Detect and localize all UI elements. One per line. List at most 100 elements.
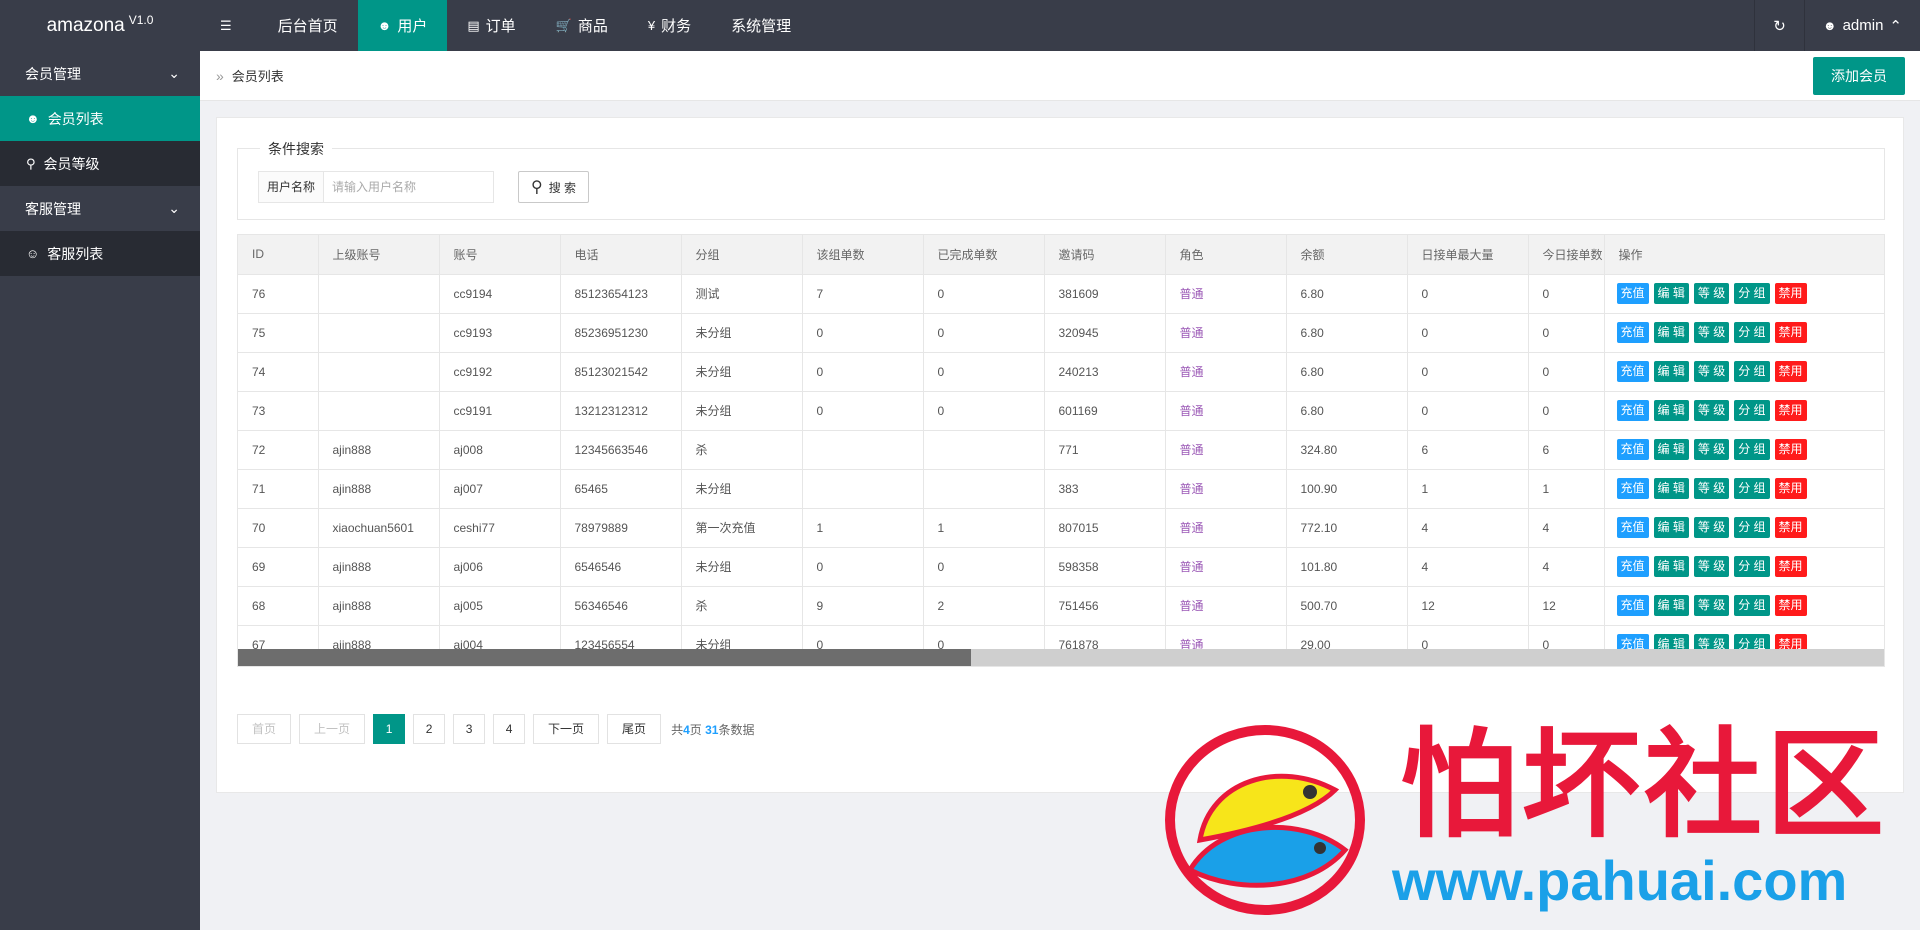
- recharge-button[interactable]: 充值: [1616, 361, 1649, 382]
- column-header[interactable]: 已完成单数: [923, 235, 1045, 275]
- scrollbar-thumb[interactable]: [238, 649, 971, 666]
- column-header[interactable]: 分组: [681, 235, 803, 275]
- ban-button[interactable]: 禁用: [1774, 361, 1807, 382]
- table-cell: 普通: [1165, 391, 1287, 431]
- group-button[interactable]: 分 组: [1734, 283, 1770, 304]
- table-cell: 0: [923, 352, 1045, 392]
- column-header[interactable]: 该组单数: [802, 235, 924, 275]
- page-button[interactable]: 1: [373, 714, 406, 744]
- level-button[interactable]: 等 级: [1693, 322, 1730, 343]
- recharge-button[interactable]: 充值: [1616, 322, 1649, 343]
- recharge-button[interactable]: 充值: [1616, 283, 1649, 304]
- column-header[interactable]: 余额: [1286, 235, 1408, 275]
- sidebar-item-service-list[interactable]: ☺ 客服列表: [0, 231, 200, 276]
- ban-button[interactable]: 禁用: [1774, 595, 1807, 616]
- nav-menu-toggle[interactable]: ☰: [200, 0, 258, 51]
- nav-system[interactable]: 系统管理: [711, 0, 811, 51]
- recharge-button[interactable]: 充值: [1616, 517, 1649, 538]
- nav-products[interactable]: 🛒 商品: [536, 0, 628, 51]
- recharge-button[interactable]: 充值: [1616, 478, 1649, 499]
- column-header: 操作: [1604, 235, 1884, 275]
- edit-button[interactable]: 编 辑: [1653, 595, 1689, 616]
- edit-button[interactable]: 编 辑: [1653, 439, 1689, 460]
- level-button[interactable]: 等 级: [1693, 556, 1730, 577]
- page-button[interactable]: 3: [453, 714, 486, 744]
- table-cell: 0: [1407, 391, 1529, 431]
- nav-dashboard[interactable]: 后台首页: [258, 0, 358, 51]
- recharge-button[interactable]: 充值: [1616, 439, 1649, 460]
- ban-button[interactable]: 禁用: [1774, 400, 1807, 421]
- group-button[interactable]: 分 组: [1734, 439, 1770, 460]
- nav-orders[interactable]: ▤ 订单: [447, 0, 535, 51]
- table-row: 74 cc9192 85123021542 未分组 0 0 240213 普通 6.80 0 0 充值…: [238, 352, 1884, 392]
- column-header[interactable]: 角色: [1165, 235, 1287, 275]
- table-cell: 1: [802, 508, 924, 548]
- column-header[interactable]: 账号: [439, 235, 561, 275]
- ban-button[interactable]: 禁用: [1774, 283, 1807, 304]
- level-button[interactable]: 等 级: [1693, 595, 1730, 616]
- level-button[interactable]: 等 级: [1693, 439, 1730, 460]
- table-cell: 0: [802, 391, 924, 431]
- edit-button[interactable]: 编 辑: [1653, 556, 1689, 577]
- sidebar-item-member-level[interactable]: ⚲ 会员等级: [0, 141, 200, 186]
- table-cell: 320945: [1044, 313, 1166, 353]
- group-button[interactable]: 分 组: [1734, 478, 1770, 499]
- ban-button[interactable]: 禁用: [1774, 517, 1807, 538]
- recharge-button[interactable]: 充值: [1616, 595, 1649, 616]
- nav-finance[interactable]: ¥ 财务: [628, 0, 711, 51]
- level-button[interactable]: 等 级: [1693, 478, 1730, 499]
- level-button[interactable]: 等 级: [1693, 400, 1730, 421]
- column-header[interactable]: 日接单最大量: [1407, 235, 1529, 275]
- column-header[interactable]: 电话: [560, 235, 682, 275]
- column-header[interactable]: 上级账号: [318, 235, 440, 275]
- recharge-button[interactable]: 充值: [1616, 556, 1649, 577]
- last-page-button[interactable]: 尾页: [607, 714, 662, 744]
- column-header[interactable]: 今日接单数: [1528, 235, 1605, 275]
- table-cell: 普通: [1165, 586, 1287, 626]
- prev-page-button[interactable]: 上一页: [299, 714, 366, 744]
- column-header[interactable]: ID: [238, 235, 319, 275]
- refresh-button[interactable]: ↻: [1754, 0, 1804, 51]
- ban-button[interactable]: 禁用: [1774, 322, 1807, 343]
- table-cell: 85236951230: [560, 313, 682, 353]
- user-menu[interactable]: ☻ admin ⌃: [1803, 0, 1920, 51]
- sidebar-group-service[interactable]: 客服管理 ⌄: [0, 186, 200, 231]
- edit-button[interactable]: 编 辑: [1653, 478, 1689, 499]
- search-button[interactable]: ⚲ 搜 索: [518, 171, 590, 203]
- ban-button[interactable]: 禁用: [1774, 556, 1807, 577]
- sidebar-group-members[interactable]: 会员管理 ⌄: [0, 51, 200, 96]
- group-button[interactable]: 分 组: [1734, 361, 1770, 382]
- edit-button[interactable]: 编 辑: [1653, 517, 1689, 538]
- user-icon: ☻: [377, 18, 392, 33]
- nav-users[interactable]: ☻ 用户: [357, 0, 448, 51]
- username-input[interactable]: [324, 171, 495, 203]
- group-button[interactable]: 分 组: [1734, 556, 1770, 577]
- group-button[interactable]: 分 组: [1734, 400, 1770, 421]
- level-button[interactable]: 等 级: [1693, 517, 1730, 538]
- ban-button[interactable]: 禁用: [1774, 439, 1807, 460]
- level-button[interactable]: 等 级: [1693, 361, 1730, 382]
- page-button[interactable]: 2: [413, 714, 446, 744]
- next-page-button[interactable]: 下一页: [533, 714, 600, 744]
- column-header[interactable]: 邀请码: [1044, 235, 1166, 275]
- first-page-button[interactable]: 首页: [237, 714, 292, 744]
- brand-logo[interactable]: amazona V1.0: [0, 0, 200, 51]
- fish-logo-icon: [1165, 725, 1365, 915]
- group-button[interactable]: 分 组: [1734, 517, 1770, 538]
- level-button[interactable]: 等 级: [1693, 283, 1730, 304]
- table-cell: 70: [238, 508, 319, 548]
- group-button[interactable]: 分 组: [1734, 322, 1770, 343]
- edit-button[interactable]: 编 辑: [1653, 400, 1689, 421]
- sidebar-item-member-list[interactable]: ☻ 会员列表: [0, 96, 200, 141]
- top-right-tools: ↻ ☻ admin ⌃: [1754, 0, 1920, 51]
- table-row: 71 ajin888 aj007 65465 未分组 383 普通 100.90 1 1 充值编 辑…: [238, 469, 1884, 509]
- add-member-button[interactable]: 添加会员: [1813, 57, 1905, 95]
- edit-button[interactable]: 编 辑: [1653, 283, 1689, 304]
- page-button[interactable]: 4: [493, 714, 526, 744]
- ban-button[interactable]: 禁用: [1774, 478, 1807, 499]
- horizontal-scrollbar[interactable]: [238, 649, 1884, 666]
- group-button[interactable]: 分 组: [1734, 595, 1770, 616]
- recharge-button[interactable]: 充值: [1616, 400, 1649, 421]
- edit-button[interactable]: 编 辑: [1653, 361, 1689, 382]
- edit-button[interactable]: 编 辑: [1653, 322, 1689, 343]
